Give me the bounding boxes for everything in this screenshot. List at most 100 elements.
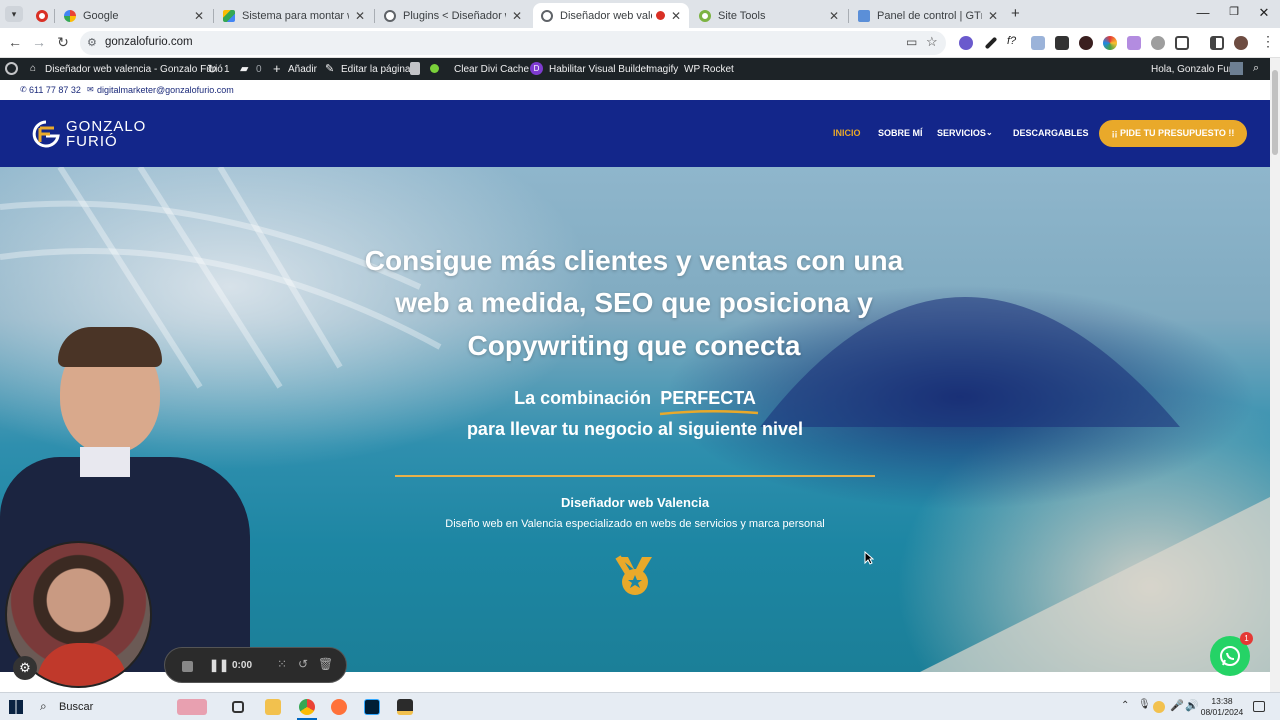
extension-icon[interactable] <box>959 36 973 50</box>
onedrive-icon[interactable] <box>1153 701 1165 713</box>
task-view-icon[interactable] <box>232 701 244 713</box>
notifications-icon[interactable] <box>1253 701 1265 712</box>
close-tab-icon[interactable]: ✕ <box>512 9 522 23</box>
font-icon[interactable]: f? <box>1007 35 1016 47</box>
search-icon[interactable]: ⌕ <box>1253 62 1259 75</box>
visual-builder-link[interactable]: Habilitar Visual Builder <box>549 64 649 75</box>
browser-tab-strip: ▾ Google ✕ Sistema para montar web en 3 … <box>0 0 1280 28</box>
tab-disenador-web-valencia[interactable]: Diseñador web valencia ✕ <box>533 3 689 28</box>
profile-avatar[interactable] <box>1234 36 1248 50</box>
sitetools-icon <box>699 9 711 22</box>
cast-icon[interactable]: ▭ <box>906 35 917 49</box>
site-logo-text[interactable]: GONZALO FURIÓ <box>66 119 146 149</box>
side-panel-icon[interactable] <box>1210 36 1224 50</box>
site-info-icon[interactable]: ⚙ <box>87 36 97 49</box>
globe-icon <box>384 9 396 22</box>
accessibility-icon[interactable]: ⚙ <box>13 656 37 680</box>
close-tab-icon[interactable]: ✕ <box>988 9 998 23</box>
updates-count: 1 <box>224 64 230 75</box>
trash-icon[interactable]: 🗑 <box>318 657 333 671</box>
notes-app-icon[interactable] <box>397 699 413 715</box>
wordpress-logo-icon[interactable] <box>5 62 18 75</box>
mail-icon[interactable] <box>1055 36 1069 50</box>
taskbar-clock[interactable]: 13:38 08/01/2024 <box>1200 696 1244 718</box>
bookmark-star-icon[interactable]: ☆ <box>926 34 938 50</box>
wp-add-new-link[interactable]: Añadir <box>288 64 317 75</box>
grid-icon[interactable]: ⁙ <box>277 657 287 671</box>
restart-icon[interactable]: ↺ <box>298 657 308 671</box>
reload-button[interactable]: ↻ <box>54 34 72 51</box>
browser-toolbar: ← → ↻ ⚙ gonzalofurio.com ▭ ☆ f? ⋮ <box>0 28 1280 58</box>
tab-recording[interactable] <box>28 3 54 28</box>
tab-site-tools[interactable]: Site Tools ✕ <box>691 3 847 28</box>
puzzle-icon[interactable] <box>1175 36 1189 50</box>
windows-start-icon[interactable] <box>9 700 23 714</box>
user-avatar[interactable] <box>1230 62 1243 75</box>
hero-subtitle-text: La combinación <box>514 388 652 408</box>
logo-line1: GONZALO <box>66 118 147 135</box>
pause-button[interactable]: ❚❚ <box>209 658 229 672</box>
taskbar-search[interactable]: Buscar <box>59 701 93 713</box>
recorder-controls: ❚❚ 0:00 ⁙ ↺ 🗑 <box>164 647 347 683</box>
tab-sistema[interactable]: Sistema para montar web en 3 ✕ <box>215 3 373 28</box>
tray-chevron-icon[interactable]: ⌃ <box>1121 700 1129 711</box>
tab-search-button[interactable]: ▾ <box>5 6 23 22</box>
imagify-link[interactable]: Imagify <box>646 64 678 75</box>
yoast-icon[interactable] <box>410 62 420 75</box>
wp-site-name-link[interactable]: Diseñador web valencia - Gonzalo Furió <box>45 64 223 75</box>
updates-icon[interactable]: ↻ <box>207 62 217 76</box>
clock-time: 13:38 <box>1211 696 1233 706</box>
photoshop-icon[interactable] <box>364 699 380 715</box>
globe-icon <box>541 9 553 22</box>
purple-extension-icon[interactable] <box>1127 36 1141 50</box>
color-picker-icon[interactable] <box>1103 36 1117 50</box>
volume-icon[interactable]: 🔊 <box>1185 699 1199 712</box>
address-bar[interactable]: ⚙ gonzalofurio.com ▭ ☆ <box>80 31 946 55</box>
wp-rocket-link[interactable]: WP Rocket <box>684 64 734 75</box>
chevron-down-icon: ⌄ <box>986 128 993 137</box>
comments-count: 0 <box>256 64 262 75</box>
nav-item-sobre-mi[interactable]: SOBRE MÍ <box>878 128 923 138</box>
contact-phone[interactable]: 611 77 87 32 <box>29 85 81 95</box>
chrome-icon[interactable] <box>299 699 315 715</box>
menu-kebab-icon[interactable]: ⋮ <box>1261 33 1275 50</box>
close-window-button[interactable]: ✕ <box>1254 5 1274 21</box>
pen-icon[interactable] <box>984 36 998 50</box>
comments-icon[interactable]: ▰ <box>240 62 248 75</box>
windows-taskbar: ⌕ Buscar ⌃ 🎙 🎤 🔊 13:38 08/01/2024 <box>0 692 1280 720</box>
tab-plugins[interactable]: Plugins < Diseñador web valen ✕ <box>376 3 530 28</box>
forward-button[interactable]: → <box>30 34 48 50</box>
grey-extension-icon[interactable] <box>1151 36 1165 50</box>
back-button[interactable]: ← <box>6 34 24 50</box>
request-quote-button[interactable]: ¡¡ PIDE TU PRESUPUESTO !! <box>1099 120 1247 147</box>
tab-label: Panel de control | GTmetrix <box>877 9 982 22</box>
stop-button[interactable] <box>182 661 193 672</box>
contact-email[interactable]: digitalmarketer@gonzalofurio.com <box>97 85 234 95</box>
wp-user-greeting[interactable]: Hola, Gonzalo Furio <box>1151 64 1240 75</box>
restore-button[interactable]: ❐ <box>1224 5 1244 18</box>
close-tab-icon[interactable]: ✕ <box>355 9 365 23</box>
wp-edit-page-link[interactable]: Editar la página <box>341 64 411 75</box>
hero-tag-title: Diseñador web Valencia <box>560 495 710 510</box>
mic-icon[interactable]: 🎤 <box>1170 699 1184 712</box>
tab-google[interactable]: Google ✕ <box>56 3 212 28</box>
firefox-icon[interactable] <box>331 699 347 715</box>
logo-mark-icon[interactable] <box>30 120 62 148</box>
close-tab-icon[interactable]: ✕ <box>194 9 204 23</box>
news-widget-icon[interactable] <box>177 699 207 715</box>
file-explorer-icon[interactable] <box>265 699 281 715</box>
close-tab-icon[interactable]: ✕ <box>829 9 839 23</box>
seo-status-dot-icon <box>430 64 439 73</box>
minimize-button[interactable]: — <box>1193 5 1213 20</box>
screen-icon[interactable] <box>1031 36 1045 50</box>
nav-item-descargables[interactable]: DESCARGABLES <box>1013 128 1089 138</box>
nav-item-servicios[interactable]: SERVICIOS <box>937 128 986 138</box>
microphone-icon[interactable]: 🎙 <box>1138 699 1151 710</box>
nav-item-inicio[interactable]: INICIO <box>833 128 861 138</box>
tab-gtmetrix[interactable]: Panel de control | GTmetrix ✕ <box>850 3 1006 28</box>
close-tab-icon[interactable]: ✕ <box>671 9 681 23</box>
circle-extension-icon[interactable] <box>1079 36 1093 50</box>
clear-divi-cache-link[interactable]: Clear Divi Cache <box>454 64 529 75</box>
new-tab-button[interactable]: + <box>1011 5 1020 22</box>
scrollbar-thumb[interactable] <box>1272 70 1278 155</box>
